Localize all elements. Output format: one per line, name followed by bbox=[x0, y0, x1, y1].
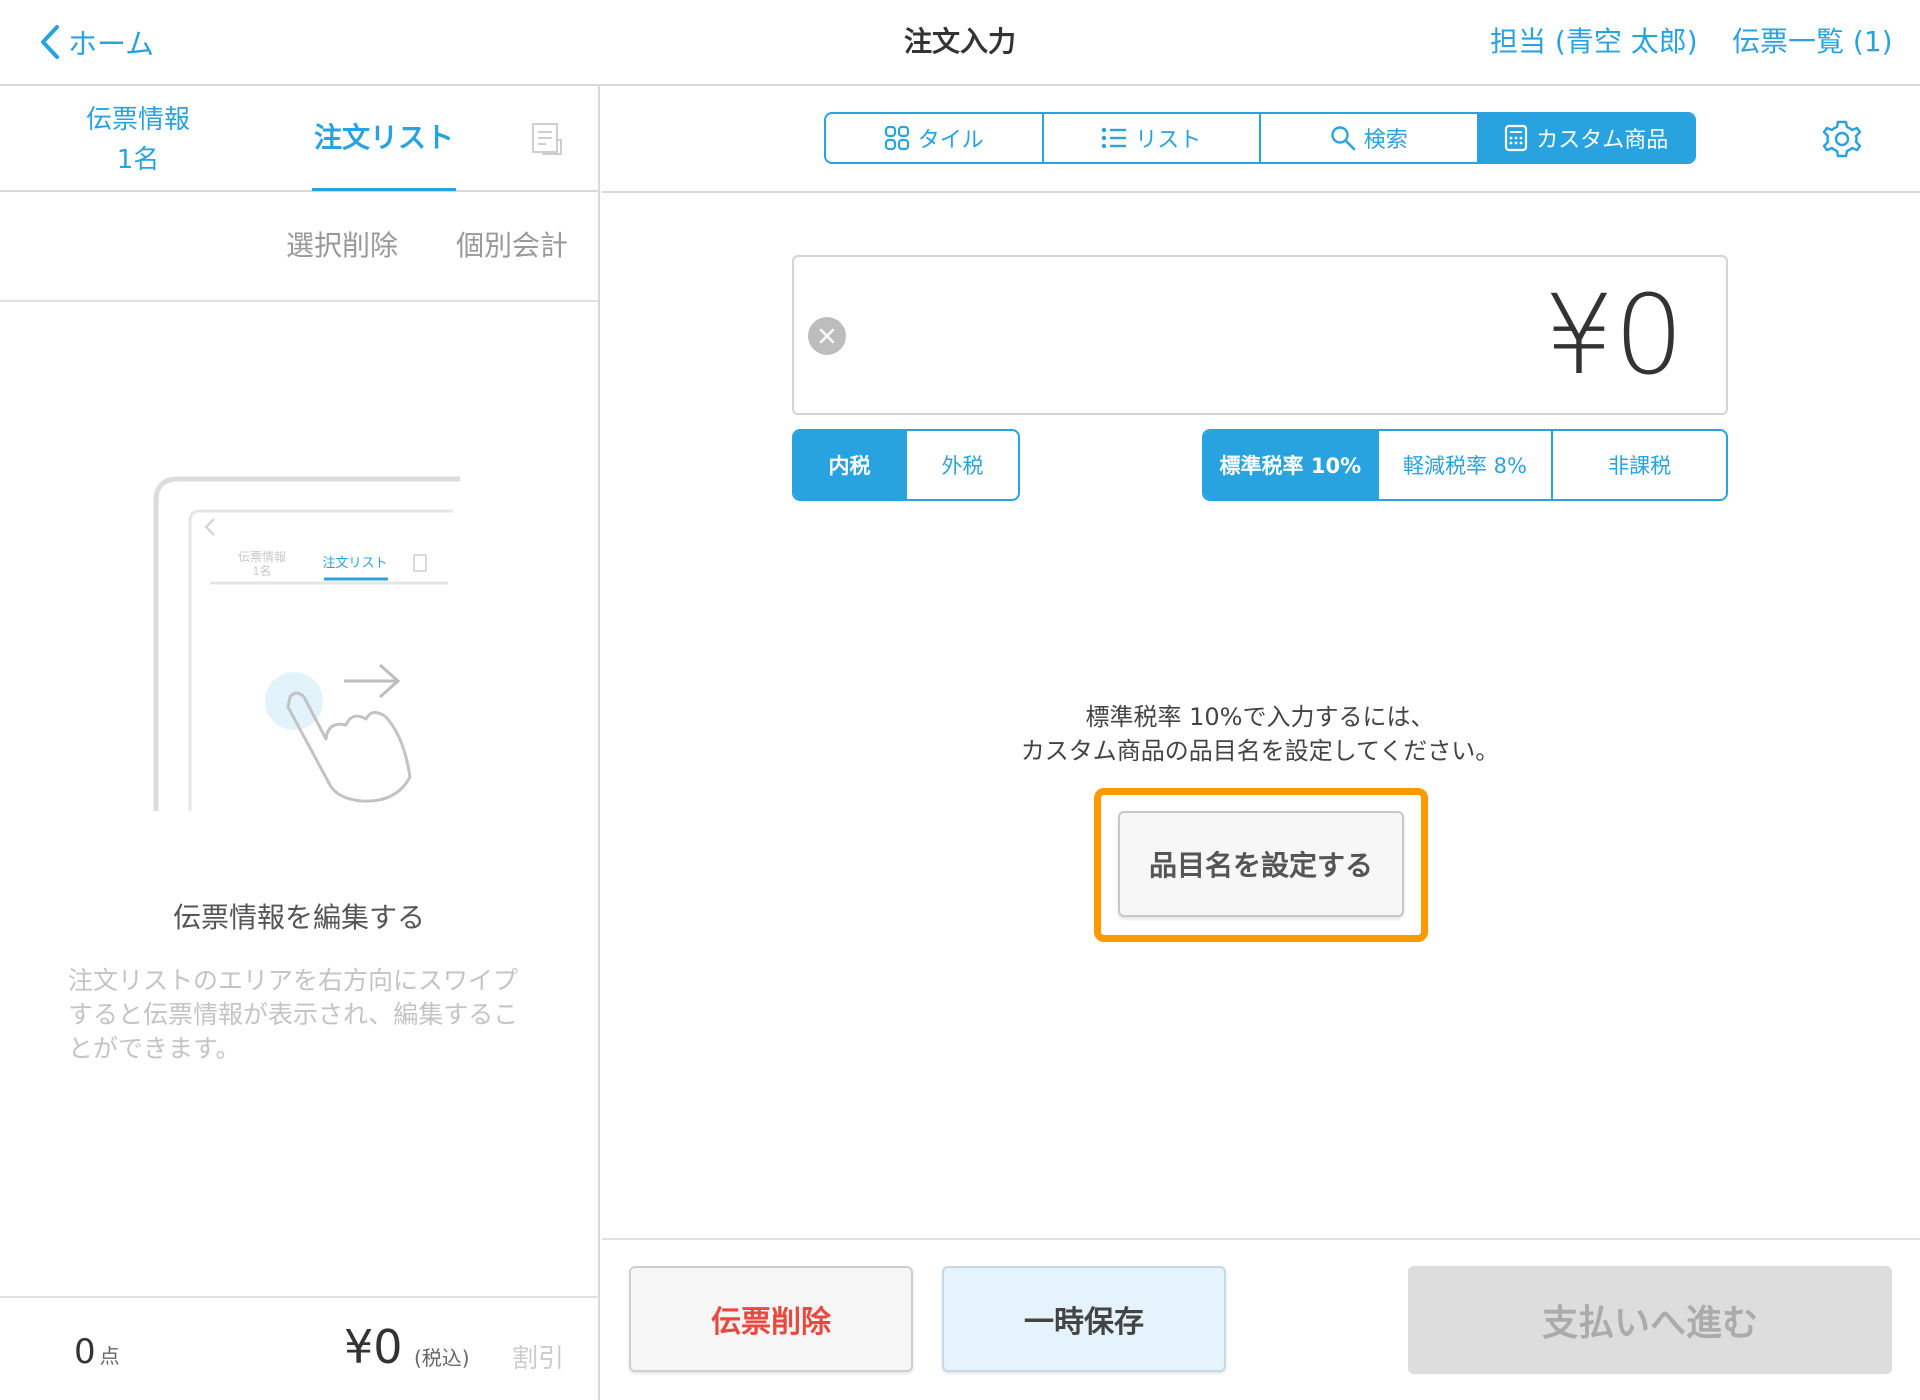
tab-slip-info[interactable]: 伝票情報 1名 bbox=[58, 100, 218, 180]
tab-order-list[interactable]: 注文リスト bbox=[312, 116, 456, 156]
tax-included-note: (税込) bbox=[414, 1346, 470, 1370]
left-tab-bar: 伝票情報 1名 注文リスト bbox=[0, 86, 598, 192]
price-value: ¥0 bbox=[1544, 271, 1684, 399]
order-summary-footer: 0点 ¥0 (税込) 割引 bbox=[0, 1296, 598, 1400]
view-mode-tile-label: タイル bbox=[917, 128, 984, 153]
divider bbox=[602, 1238, 1920, 1240]
staff-selector[interactable]: 担当 (青空 太郎) bbox=[1490, 18, 1698, 66]
delete-selected-button[interactable]: 選択削除 bbox=[286, 224, 398, 264]
split-bill-button[interactable]: 個別会計 bbox=[456, 224, 568, 264]
view-mode-search[interactable]: 検索 bbox=[1261, 114, 1479, 162]
chevron-left-icon bbox=[41, 25, 59, 59]
tax-rate-standard[interactable]: 標準税率 10% bbox=[1204, 431, 1379, 499]
illust-tab-order: 注文リスト bbox=[322, 555, 387, 570]
tax-rate-reduced[interactable]: 軽減税率 8% bbox=[1379, 431, 1554, 499]
tax-inclusion-toggle: 内税 外税 bbox=[792, 429, 1020, 501]
view-mode-segmented-control: タイル リスト 検索 カスタム商品 bbox=[824, 112, 1696, 164]
order-actions-bar: 選択削除 個別会計 bbox=[0, 194, 598, 302]
clear-icon bbox=[819, 328, 835, 344]
tab-slip-info-label: 伝票情報 bbox=[85, 105, 190, 135]
tax-exclusive-option[interactable]: 外税 bbox=[907, 431, 1018, 499]
hint-title: 伝票情報を編集する bbox=[172, 901, 425, 934]
order-list-panel: 伝票情報 1名 注文リスト 選択削除 個別会計 伝票情報 1名 注文リスト 伝票… bbox=[0, 86, 600, 1400]
tab-receipt[interactable] bbox=[530, 122, 564, 160]
settings-button[interactable] bbox=[1820, 118, 1864, 166]
illust-tab-info: 伝票情報 bbox=[238, 550, 286, 564]
delete-slip-button[interactable]: 伝票削除 bbox=[629, 1266, 913, 1372]
view-mode-list-label: リスト bbox=[1135, 128, 1202, 153]
view-mode-tile[interactable]: タイル bbox=[826, 114, 1044, 162]
active-tab-indicator bbox=[312, 188, 456, 191]
document-icon bbox=[532, 123, 562, 155]
tax-rate-selector: 標準税率 10% 軽減税率 8% 非課税 bbox=[1202, 429, 1728, 501]
page-title: 注文入力 bbox=[903, 25, 1016, 58]
view-mode-custom-item[interactable]: カスタム商品 bbox=[1478, 114, 1694, 162]
item-name-notice: 標準税率 10%で入力するには、 カスタム商品の品目名を設定してください。 bbox=[792, 700, 1728, 768]
illust-tab-guests: 1名 bbox=[253, 563, 272, 578]
back-label: ホーム bbox=[68, 27, 155, 61]
total-amount: ¥0 bbox=[344, 1320, 403, 1374]
divider bbox=[602, 191, 1920, 193]
notice-line-1: 標準税率 10%で入力するには、 bbox=[1085, 703, 1435, 731]
view-mode-search-label: 検索 bbox=[1363, 128, 1408, 153]
hold-slip-button[interactable]: 一時保存 bbox=[942, 1266, 1226, 1372]
notice-line-2: カスタム商品の品目名を設定してください。 bbox=[1020, 737, 1500, 765]
set-item-name-button[interactable]: 品目名を設定する bbox=[1118, 811, 1404, 917]
view-mode-list[interactable]: リスト bbox=[1044, 114, 1261, 162]
back-home-button[interactable]: ホーム bbox=[40, 18, 154, 66]
calculator-icon bbox=[1505, 124, 1528, 152]
item-count-value: 0 bbox=[74, 1332, 96, 1372]
top-bar: ホーム 注文入力 担当 (青空 太郎) 伝票一覧 (1) bbox=[0, 0, 1920, 86]
list-icon bbox=[1102, 127, 1127, 149]
tax-rate-exempt[interactable]: 非課税 bbox=[1553, 431, 1726, 499]
proceed-to-payment-button[interactable]: 支払いへ進む bbox=[1408, 1266, 1892, 1374]
search-icon bbox=[1331, 126, 1356, 151]
custom-price-input[interactable]: ¥0 bbox=[792, 255, 1728, 415]
hint-body: 注文リストのエリアを右方向にスワイプすると伝票情報が表示され、編集することができ… bbox=[68, 966, 519, 1063]
clear-price-button[interactable] bbox=[808, 317, 846, 355]
tax-inclusive-option[interactable]: 内税 bbox=[794, 431, 907, 499]
slip-list-link[interactable]: 伝票一覧 (1) bbox=[1732, 18, 1893, 66]
view-mode-custom-item-label: カスタム商品 bbox=[1536, 128, 1669, 153]
item-count-unit: 点 bbox=[99, 1344, 120, 1368]
discount-button[interactable]: 割引 bbox=[512, 1338, 564, 1375]
swipe-illustration: 伝票情報 1名 注文リスト bbox=[148, 471, 468, 815]
tab-slip-info-guests: 1名 bbox=[116, 145, 160, 175]
item-count: 0点 bbox=[74, 1332, 120, 1372]
gear-icon bbox=[1822, 120, 1862, 158]
tile-icon bbox=[884, 125, 909, 151]
